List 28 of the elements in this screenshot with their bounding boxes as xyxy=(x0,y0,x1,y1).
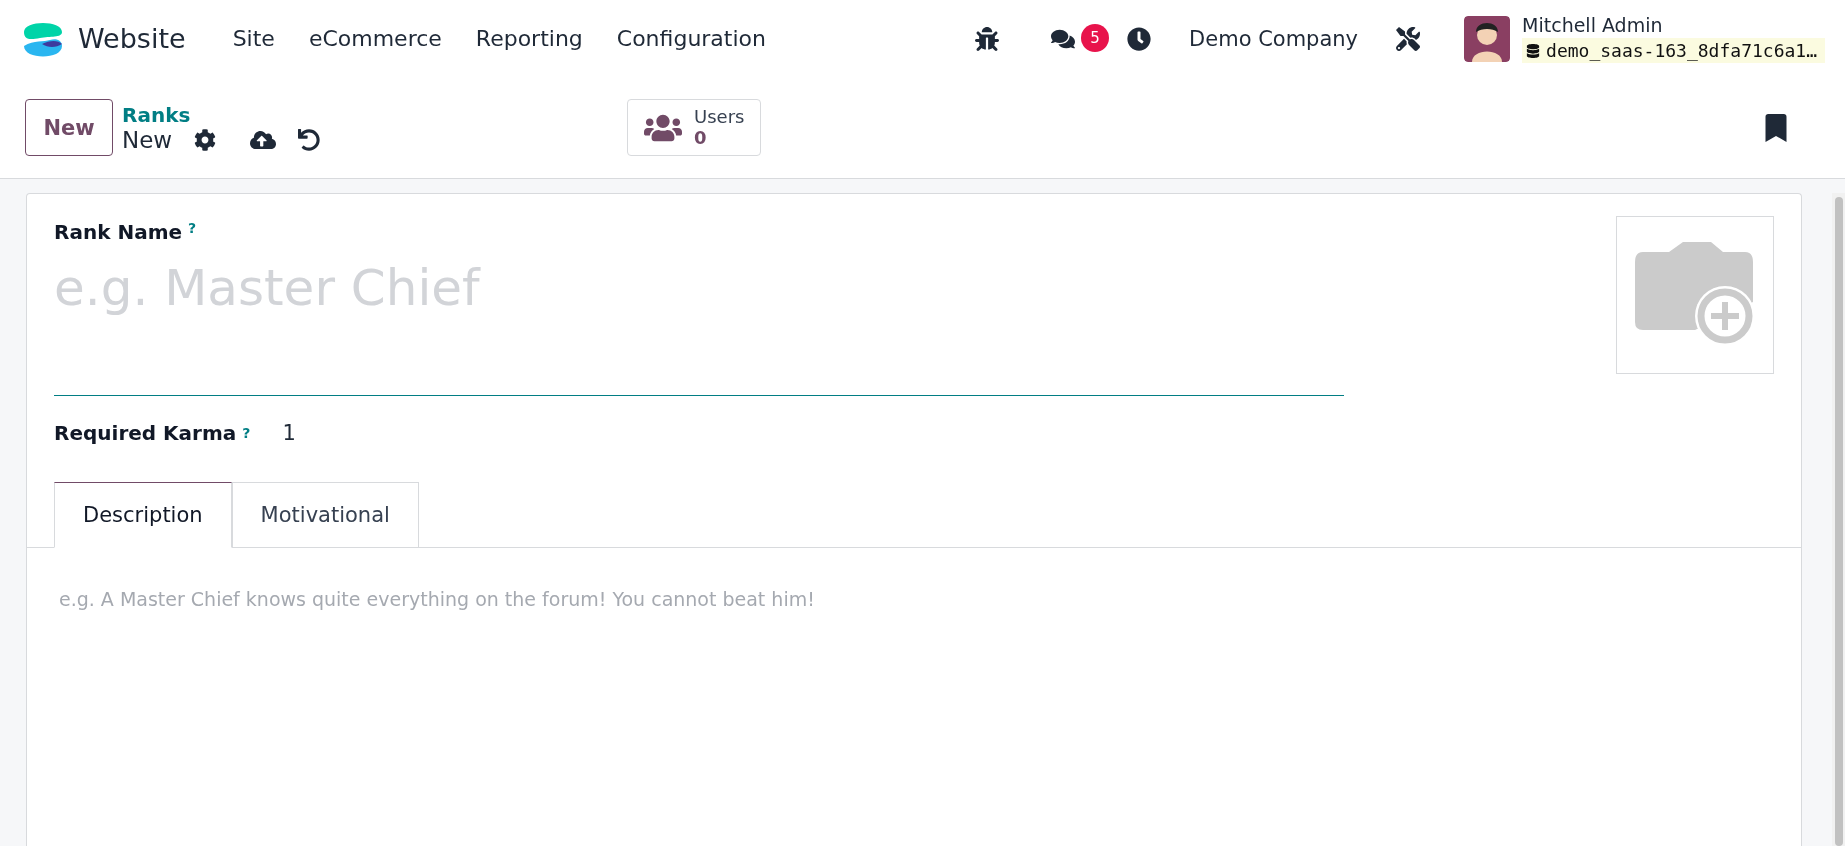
stat-label: Users xyxy=(694,106,745,128)
clock-icon[interactable] xyxy=(1126,25,1153,52)
app-name[interactable]: Website xyxy=(78,23,186,54)
user-name[interactable]: Mitchell Admin xyxy=(1522,14,1825,36)
menu-item[interactable]: eCommerce xyxy=(291,26,459,51)
database-name: demo_saas-163_8dfa71c6a1… xyxy=(1522,38,1825,63)
breadcrumb-current: New xyxy=(122,126,173,153)
company-switcher[interactable]: Demo Company xyxy=(1189,26,1359,51)
tab[interactable]: Motivational xyxy=(231,482,419,549)
users-stat-button[interactable]: Users 0 xyxy=(627,99,762,156)
user-avatar[interactable] xyxy=(1464,15,1511,62)
stat-value: 0 xyxy=(694,127,707,149)
bug-icon[interactable] xyxy=(974,25,1001,52)
database-icon xyxy=(1526,43,1541,58)
new-button[interactable]: New xyxy=(25,99,113,156)
help-tooltip[interactable]: ? xyxy=(188,220,197,236)
breadcrumb-link[interactable]: Ranks xyxy=(122,102,627,127)
menu-item[interactable]: Configuration xyxy=(599,26,783,51)
undo-icon[interactable] xyxy=(298,128,321,151)
field-label: Rank Name xyxy=(54,220,183,245)
tools-icon[interactable] xyxy=(1395,25,1422,52)
field-label: Required Karma xyxy=(54,421,237,446)
help-tooltip[interactable]: ? xyxy=(242,425,251,442)
notification-badge: 5 xyxy=(1081,23,1110,52)
menu-item[interactable]: Site xyxy=(215,26,292,51)
settings-icon[interactable] xyxy=(194,128,217,151)
menu-item[interactable]: Reporting xyxy=(458,26,600,51)
tab[interactable]: Description xyxy=(54,482,232,549)
